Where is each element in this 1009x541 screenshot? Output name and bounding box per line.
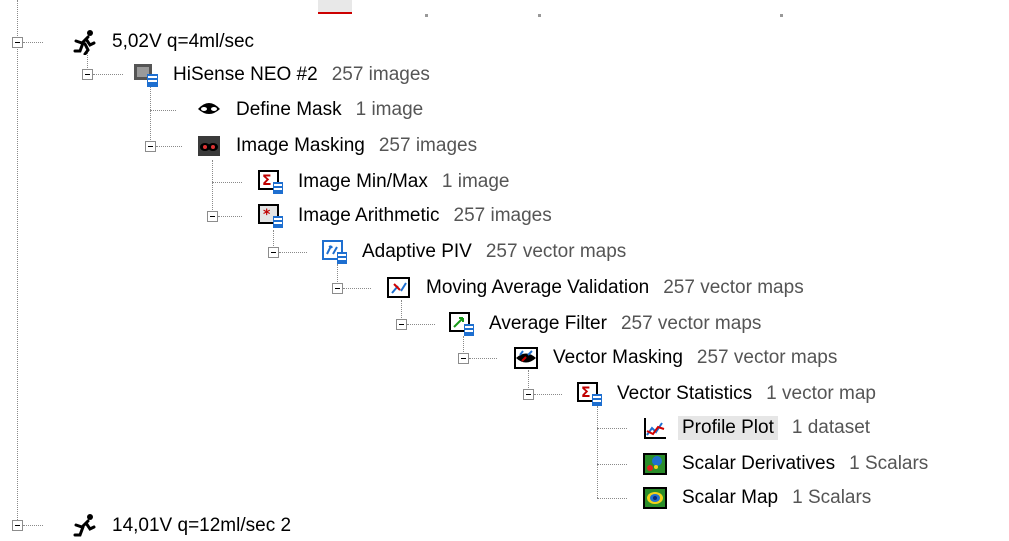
tree-node-moving-average[interactable]: Moving Average Validation 257 vector map… bbox=[386, 273, 804, 303]
profile-plot-icon bbox=[642, 415, 668, 441]
running-figure-icon bbox=[72, 29, 98, 55]
node-count: 257 vector maps bbox=[696, 347, 838, 368]
node-label: Scalar Map bbox=[682, 487, 779, 508]
collapse-toggle[interactable] bbox=[396, 319, 407, 330]
sigma-database-icon: Σ bbox=[258, 169, 284, 195]
tree-line bbox=[279, 252, 307, 253]
adaptive-piv-icon bbox=[322, 239, 348, 265]
image-masking-icon bbox=[196, 133, 222, 159]
tree-node-scalar-derivatives[interactable]: Scalar Derivatives 1 Scalars bbox=[642, 449, 928, 479]
node-label: Scalar Derivatives bbox=[682, 453, 836, 474]
svg-text:Σ: Σ bbox=[262, 173, 272, 189]
tree-node-adaptive-piv[interactable]: Adaptive PIV 257 vector maps bbox=[322, 237, 626, 267]
node-label: Vector Statistics bbox=[617, 383, 753, 404]
partial-dot bbox=[780, 14, 783, 17]
tree-line bbox=[150, 110, 176, 111]
svg-text:Σ: Σ bbox=[581, 385, 591, 401]
tree-line bbox=[597, 406, 598, 498]
tree-node-average-filter[interactable]: Average Filter 257 vector maps bbox=[449, 309, 761, 339]
tree-node-root[interactable]: 5,02V q=4ml/sec bbox=[72, 27, 254, 57]
tree-node-vector-statistics[interactable]: Σ Vector Statistics 1 vector map bbox=[577, 379, 876, 409]
node-count: 1 dataset bbox=[791, 417, 871, 438]
mask-icon bbox=[196, 97, 222, 123]
tree-line bbox=[23, 525, 43, 526]
svg-text:*: * bbox=[263, 207, 271, 223]
node-count: 1 Scalars bbox=[792, 487, 872, 508]
tree-line bbox=[218, 216, 242, 217]
tree-node-image-masking[interactable]: Image Masking 257 images bbox=[196, 131, 477, 161]
dataset-tree: 5,02V q=4ml/sec HiSense NEO #2 257 image… bbox=[0, 0, 1009, 537]
tree-line bbox=[469, 358, 497, 359]
filter-database-icon bbox=[449, 311, 475, 337]
collapse-toggle[interactable] bbox=[82, 69, 93, 80]
collapse-toggle[interactable] bbox=[145, 141, 156, 152]
node-count: 1 vector map bbox=[766, 383, 876, 404]
collapse-toggle[interactable] bbox=[458, 353, 469, 364]
tree-line bbox=[17, 0, 18, 530]
node-label: 5,02V q=4ml/sec bbox=[112, 31, 255, 52]
node-label: Profile Plot bbox=[678, 416, 778, 440]
scalar-map-icon bbox=[642, 451, 668, 477]
tree-line bbox=[597, 464, 627, 465]
node-count: 1 image bbox=[355, 99, 424, 120]
sigma-database-icon: Σ bbox=[577, 381, 603, 407]
partial-dot bbox=[425, 14, 428, 17]
arithmetic-database-icon: * bbox=[258, 203, 284, 229]
node-count: 257 vector maps bbox=[485, 241, 627, 262]
node-count: 1 Scalars bbox=[849, 453, 929, 474]
tree-line bbox=[597, 498, 627, 499]
collapse-toggle[interactable] bbox=[268, 247, 279, 258]
tree-node-define-mask[interactable]: Define Mask 1 image bbox=[196, 95, 423, 125]
tree-node-image-arithmetic[interactable]: * Image Arithmetic 257 images bbox=[258, 201, 552, 231]
scalar-map-icon bbox=[642, 485, 668, 511]
tree-node-root-next[interactable]: 14,01V q=12ml/sec 2 bbox=[72, 511, 291, 541]
tree-node-vector-masking[interactable]: Vector Masking 257 vector maps bbox=[513, 343, 837, 373]
tree-line bbox=[407, 324, 435, 325]
node-label: Define Mask bbox=[236, 99, 342, 120]
tree-line bbox=[343, 288, 371, 289]
collapse-toggle[interactable] bbox=[12, 37, 23, 48]
node-label: Image Masking bbox=[236, 135, 365, 156]
tree-line bbox=[597, 428, 627, 429]
node-label: Image Min/Max bbox=[298, 171, 428, 192]
validation-icon bbox=[386, 275, 412, 301]
node-label: Vector Masking bbox=[553, 347, 683, 368]
tree-line bbox=[212, 160, 213, 216]
collapse-toggle[interactable] bbox=[12, 520, 23, 531]
node-count: 257 vector maps bbox=[620, 313, 762, 334]
node-count: 1 image bbox=[441, 171, 510, 192]
tree-line bbox=[23, 42, 43, 43]
running-figure-icon bbox=[72, 513, 98, 539]
tree-line bbox=[156, 146, 182, 147]
node-label: Adaptive PIV bbox=[362, 241, 472, 262]
tree-node-image-minmax[interactable]: Σ Image Min/Max 1 image bbox=[258, 167, 509, 197]
node-count: 257 images bbox=[453, 205, 552, 226]
node-count: 257 images bbox=[378, 135, 478, 156]
collapse-toggle[interactable] bbox=[332, 283, 343, 294]
node-label: Moving Average Validation bbox=[426, 277, 650, 298]
partial-node-icon bbox=[318, 0, 352, 14]
collapse-toggle[interactable] bbox=[523, 389, 534, 400]
tree-line bbox=[212, 182, 242, 183]
node-label: Average Filter bbox=[489, 313, 607, 334]
tree-node-hisense[interactable]: HiSense NEO #2 257 images bbox=[133, 60, 430, 90]
collapse-toggle[interactable] bbox=[207, 211, 218, 222]
vector-mask-icon bbox=[513, 345, 539, 371]
node-label: Image Arithmetic bbox=[298, 205, 440, 226]
tree-node-profile-plot[interactable]: Profile Plot 1 dataset bbox=[642, 413, 870, 443]
tree-node-scalar-map[interactable]: Scalar Map 1 Scalars bbox=[642, 483, 871, 513]
partial-dot bbox=[538, 14, 541, 17]
node-label: HiSense NEO #2 bbox=[173, 64, 318, 85]
node-label: 14,01V q=12ml/sec 2 bbox=[112, 515, 292, 536]
camera-database-icon bbox=[133, 62, 159, 88]
tree-line bbox=[534, 394, 562, 395]
tree-line bbox=[93, 74, 123, 75]
node-count: 257 vector maps bbox=[663, 277, 804, 298]
node-count: 257 images bbox=[331, 64, 430, 85]
